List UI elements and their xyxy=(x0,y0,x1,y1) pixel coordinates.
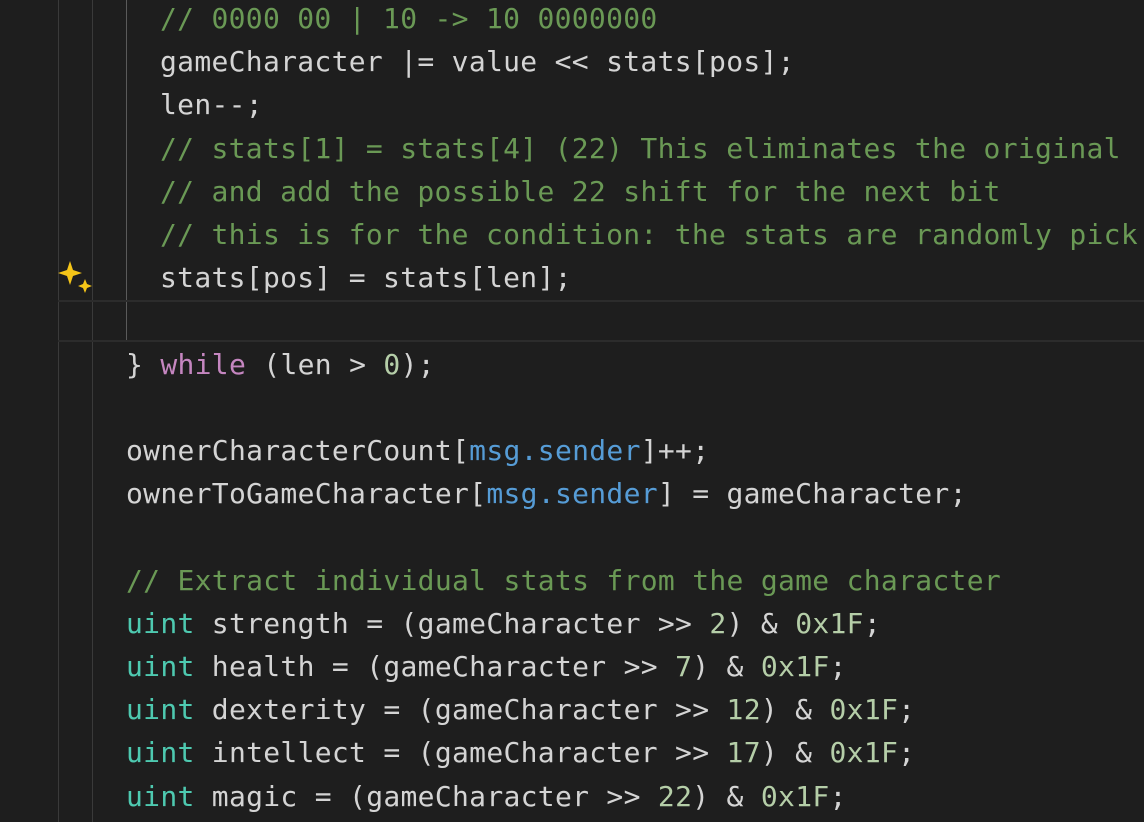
code-token-plain: stats[pos] = stats[len]; xyxy=(160,261,572,295)
code-token-number: 0x1F xyxy=(829,736,899,770)
code-token-number: 0x1F xyxy=(829,693,899,727)
code-line[interactable]: uint intellect = (gameCharacter >> 17) &… xyxy=(0,731,1144,774)
code-line[interactable]: uint magic = (gameCharacter >> 22) & 0x1… xyxy=(0,775,1144,818)
code-token-plain: ; xyxy=(863,606,881,640)
code-text: // stats[1] = stats[4] (22) This elimina… xyxy=(160,127,1121,170)
code-token-plain: ] = gameCharacter; xyxy=(657,477,967,511)
code-line[interactable]: // stats[1] = stats[4] (22) This elimina… xyxy=(0,127,1144,170)
code-line[interactable]: // this is for the condition: the stats … xyxy=(0,213,1144,256)
code-text: uint magic = (gameCharacter >> 22) & 0x1… xyxy=(126,775,847,818)
code-token-comment: // and add the possible 22 shift for the… xyxy=(160,174,1001,208)
code-text: ownerCharacterCount[msg.sender]++; xyxy=(126,429,709,472)
code-text: // this is for the condition: the stats … xyxy=(160,213,1138,256)
code-token-plain: ) & xyxy=(726,606,796,640)
code-text: uint intellect = (gameCharacter >> 17) &… xyxy=(126,731,915,774)
code-token-keyword: while xyxy=(160,347,247,381)
code-text: len--; xyxy=(160,83,263,126)
code-line[interactable]: stats[pos] = stats[len]; xyxy=(0,256,1144,299)
code-line[interactable]: ownerCharacterCount[msg.sender]++; xyxy=(0,429,1144,472)
code-token-plain: ; xyxy=(898,693,916,727)
code-line[interactable]: } while (len > 0); xyxy=(0,343,1144,386)
code-token-plain: } xyxy=(126,347,161,381)
code-token-type: uint xyxy=(126,693,195,727)
code-token-plain: ) & xyxy=(692,779,761,813)
code-token-number: 2 xyxy=(709,606,727,640)
code-token-plain: ) & xyxy=(760,693,830,727)
code-text: } while (len > 0); xyxy=(126,343,435,386)
code-token-comment: // stats[1] = stats[4] (22) This elimina… xyxy=(160,131,1121,165)
code-token-builtin: msg.sender xyxy=(469,434,641,467)
code-token-number: 22 xyxy=(657,779,693,813)
code-token-plain: magic = (gameCharacter >> xyxy=(194,779,658,813)
code-token-plain: dexterity = (gameCharacter >> xyxy=(194,693,727,727)
code-token-number: 7 xyxy=(675,650,693,683)
code-line[interactable]: uint dexterity = (gameCharacter >> 12) &… xyxy=(0,688,1144,731)
code-text: // Extract individual stats from the gam… xyxy=(126,559,1001,602)
code-line[interactable]: ownerToGameCharacter[msg.sender] = gameC… xyxy=(0,472,1144,515)
code-token-plain: ]++; xyxy=(640,434,710,467)
code-token-number: 0x1F xyxy=(795,606,864,640)
code-token-number: 0x1F xyxy=(760,779,830,813)
code-token-type: uint xyxy=(126,736,195,770)
code-line[interactable] xyxy=(0,515,1144,558)
code-token-number: 17 xyxy=(726,736,761,770)
code-line[interactable]: // Extract individual stats from the gam… xyxy=(0,559,1144,602)
code-text: // and add the possible 22 shift for the… xyxy=(160,170,1001,213)
code-token-plain: ); xyxy=(400,347,435,381)
code-token-builtin: msg.sender xyxy=(486,477,658,511)
code-token-plain: ; xyxy=(829,650,847,683)
code-text: uint dexterity = (gameCharacter >> 12) &… xyxy=(126,688,915,731)
code-token-number: 0x1F xyxy=(760,650,830,683)
code-token-plain: ; xyxy=(898,736,916,770)
code-token-plain: ownerToGameCharacter[ xyxy=(126,477,487,511)
code-token-plain: strength = (gameCharacter >> xyxy=(194,606,710,640)
code-token-number: 0 xyxy=(383,347,401,381)
code-text: gameCharacter |= value << stats[pos]; xyxy=(160,40,795,83)
code-token-plain: ; xyxy=(829,779,847,813)
code-text: // 0000 00 | 10 -> 10 0000000 xyxy=(160,0,658,40)
code-token-type: uint xyxy=(126,650,195,683)
code-token-comment: // Extract individual stats from the gam… xyxy=(126,563,1002,597)
code-token-type: uint xyxy=(126,779,195,813)
code-line[interactable]: len--; xyxy=(0,83,1144,126)
code-token-plain: ) & xyxy=(692,650,761,683)
code-line[interactable]: uint strength = (gameCharacter >> 2) & 0… xyxy=(0,602,1144,645)
code-token-plain: health = (gameCharacter >> xyxy=(194,650,676,683)
code-token-plain: gameCharacter |= value << stats[pos]; xyxy=(160,45,795,79)
code-token-type: uint xyxy=(126,606,195,640)
code-token-plain: (len > xyxy=(246,347,384,381)
code-line[interactable]: uint health = (gameCharacter >> 7) & 0x1… xyxy=(0,645,1144,688)
code-line[interactable] xyxy=(0,299,1144,342)
code-line[interactable]: // 0000 00 | 10 -> 10 0000000 xyxy=(0,0,1144,40)
code-line[interactable] xyxy=(0,386,1144,429)
code-token-plain: ownerCharacterCount[ xyxy=(126,434,470,467)
code-text: ownerToGameCharacter[msg.sender] = gameC… xyxy=(126,472,967,515)
code-line[interactable]: gameCharacter |= value << stats[pos]; xyxy=(0,40,1144,83)
code-token-plain: intellect = (gameCharacter >> xyxy=(194,736,727,770)
code-editor[interactable]: // 0000 00 | 10 -> 10 0000000 gameCharact… xyxy=(0,0,1144,822)
code-text: uint health = (gameCharacter >> 7) & 0x1… xyxy=(126,645,847,688)
code-text: uint strength = (gameCharacter >> 2) & 0… xyxy=(126,602,881,645)
code-line[interactable]: // and add the possible 22 shift for the… xyxy=(0,170,1144,213)
code-token-comment: // this is for the condition: the stats … xyxy=(160,218,1138,251)
code-text: stats[pos] = stats[len]; xyxy=(160,256,572,299)
code-token-number: 12 xyxy=(726,693,761,727)
code-token-plain: ) & xyxy=(760,736,830,770)
code-token-plain: len--; xyxy=(160,88,263,122)
code-token-comment: // 0000 00 | 10 -> 10 0000000 xyxy=(160,2,658,35)
